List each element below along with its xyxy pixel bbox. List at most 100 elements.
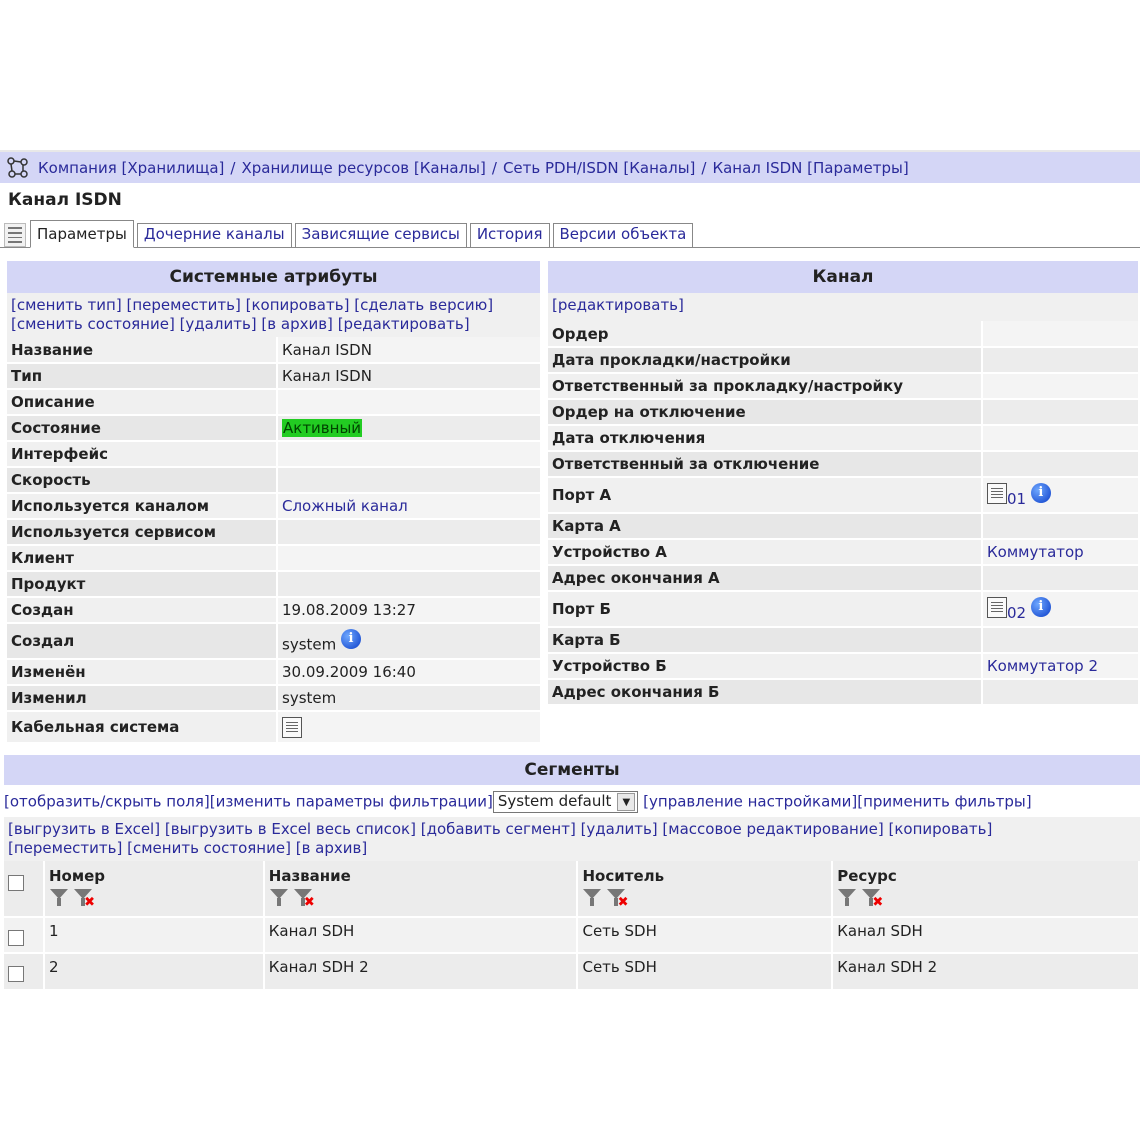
- edit-link[interactable]: [редактировать]: [338, 315, 470, 333]
- attr-row: Устройство А Коммутатор: [548, 539, 1138, 566]
- port-b-link[interactable]: 02: [1007, 604, 1026, 622]
- delete-segment-link[interactable]: [удалить]: [581, 820, 658, 838]
- column-header-resource[interactable]: Ресурс: [837, 867, 1134, 885]
- copy-segment-link[interactable]: [копировать]: [888, 820, 992, 838]
- attr-value: [981, 565, 1138, 592]
- clear-filter-icon[interactable]: ✖: [861, 887, 883, 909]
- info-icon[interactable]: i: [1030, 597, 1051, 617]
- attr-value: [276, 571, 540, 598]
- tab-child-channels[interactable]: Дочерние каналы: [136, 223, 292, 247]
- attr-key: Кабельная система: [7, 711, 277, 744]
- channel-edit-link[interactable]: [редактировать]: [552, 296, 684, 314]
- attr-row: Интерфейс: [7, 441, 540, 468]
- tab-object-versions[interactable]: Версии объекта: [552, 223, 694, 247]
- row-checkbox[interactable]: [8, 930, 24, 946]
- attr-row: Скорость: [7, 467, 540, 494]
- breadcrumb-item-company[interactable]: Компания [Хранилища]: [38, 159, 224, 177]
- info-icon[interactable]: i: [341, 628, 362, 649]
- attr-value: [981, 399, 1138, 426]
- archive-link[interactable]: [в архив]: [261, 315, 333, 333]
- change-state-segment-link[interactable]: [сменить состояние]: [127, 839, 291, 857]
- system-attributes-table: Название Канал ISDN Тип Канал ISDN Описани…: [7, 337, 540, 744]
- attr-key: Устройство А: [548, 539, 982, 566]
- attr-row: Создан 19.08.2009 13:27: [7, 597, 540, 624]
- segments-title: Сегменты: [4, 755, 1140, 785]
- document-icon[interactable]: [987, 482, 1007, 504]
- device-b-link[interactable]: Коммутатор 2: [987, 657, 1098, 675]
- filter-params-link[interactable]: [изменить параметры фильтрации]: [210, 793, 493, 811]
- tab-history[interactable]: История: [469, 223, 550, 247]
- attr-value: Канал ISDN: [276, 337, 540, 364]
- chevron-down-icon: ▼: [617, 792, 636, 811]
- attr-key: Тип: [7, 363, 277, 390]
- device-a-link[interactable]: Коммутатор: [987, 543, 1084, 561]
- settings-select[interactable]: System default ▼: [492, 791, 639, 813]
- column-header-number[interactable]: Номер: [49, 867, 259, 885]
- port-a-link[interactable]: 01: [1007, 490, 1026, 508]
- attr-row: Адрес окончания А: [548, 565, 1138, 592]
- make-version-link[interactable]: [сделать версию]: [354, 296, 493, 314]
- attr-key: Продукт: [7, 571, 277, 598]
- add-segment-link[interactable]: [добавить сегмент]: [421, 820, 576, 838]
- filter-icon[interactable]: [837, 887, 857, 907]
- attr-row: Используется сервисом: [7, 519, 540, 546]
- tab-dependent-services[interactable]: Зависящие сервисы: [294, 223, 467, 247]
- attr-row: Состояние Активный: [7, 415, 540, 442]
- attr-row: Кабельная система: [7, 711, 540, 744]
- row-checkbox[interactable]: [8, 966, 24, 982]
- attr-value: [981, 373, 1138, 400]
- export-excel-link[interactable]: [выгрузить в Excel]: [8, 820, 160, 838]
- select-all-checkbox[interactable]: [8, 875, 24, 891]
- attr-value: [981, 679, 1138, 706]
- filter-icon[interactable]: [269, 887, 289, 907]
- attr-key: Порт А: [548, 477, 982, 514]
- breadcrumb-item-network[interactable]: Сеть PDH/ISDN [Каналы]: [503, 159, 695, 177]
- complex-channel-link[interactable]: Сложный канал: [282, 497, 408, 515]
- archive-segment-link[interactable]: [в архив]: [296, 839, 368, 857]
- document-icon[interactable]: [987, 596, 1007, 618]
- breadcrumb-item-storage[interactable]: Хранилище ресурсов [Каналы]: [241, 159, 485, 177]
- table-row[interactable]: 2 Канал SDH 2 Сеть SDH Канал SDH 2: [4, 952, 1140, 989]
- delete-link[interactable]: [удалить]: [180, 315, 257, 333]
- export-excel-all-link[interactable]: [выгрузить в Excel весь список]: [165, 820, 416, 838]
- toggle-fields-link[interactable]: [отобразить/скрыть поля]: [4, 793, 210, 811]
- attr-value: [276, 519, 540, 546]
- attr-value: system: [276, 685, 540, 712]
- column-header-name[interactable]: Название: [269, 867, 573, 885]
- filter-icon[interactable]: [49, 887, 69, 907]
- breadcrumb-item-channel[interactable]: Канал ISDN [Параметры]: [712, 159, 908, 177]
- clear-filter-icon[interactable]: ✖: [606, 887, 628, 909]
- channel-title: Канал: [548, 261, 1138, 293]
- filter-icon[interactable]: [582, 887, 602, 907]
- move-segment-link[interactable]: [переместить]: [8, 839, 122, 857]
- attr-row: Используется каналом Сложный канал: [7, 493, 540, 520]
- copy-link[interactable]: [копировать]: [246, 296, 350, 314]
- system-attributes-title: Системные атрибуты: [7, 261, 540, 293]
- table-row[interactable]: 1 Канал SDH Сеть SDH Канал SDH: [4, 916, 1140, 953]
- document-icon[interactable]: [282, 716, 302, 738]
- apply-filters-link[interactable]: [применить фильтры]: [857, 793, 1031, 811]
- hierarchy-icon: [7, 156, 28, 178]
- column-header-carrier[interactable]: Носитель: [582, 867, 827, 885]
- change-type-link[interactable]: [сменить тип]: [11, 296, 122, 314]
- info-icon[interactable]: i: [1030, 483, 1051, 503]
- move-link[interactable]: [переместить]: [126, 296, 240, 314]
- attr-value: [981, 627, 1138, 654]
- breadcrumb-separator: /: [230, 158, 236, 177]
- clear-filter-icon[interactable]: ✖: [293, 887, 315, 909]
- attr-key: Ордер: [548, 321, 982, 348]
- page-title: Канал ISDN: [8, 190, 122, 210]
- list-icon[interactable]: [4, 223, 26, 247]
- status-badge: Активный: [282, 419, 363, 437]
- attr-key: Состояние: [7, 415, 277, 442]
- attr-key: Клиент: [7, 545, 277, 572]
- breadcrumb-separator: /: [701, 158, 707, 177]
- attr-value: [981, 347, 1138, 374]
- channel-table: Ордер Дата прокладки/настройки Ответстве…: [548, 321, 1138, 706]
- change-state-link[interactable]: [сменить состояние]: [11, 315, 175, 333]
- tab-parameters[interactable]: Параметры: [30, 220, 134, 248]
- manage-settings-link[interactable]: [управление настройками]: [643, 793, 857, 811]
- bulk-edit-link[interactable]: [массовое редактирование]: [662, 820, 883, 838]
- attr-value: [276, 441, 540, 468]
- clear-filter-icon[interactable]: ✖: [73, 887, 95, 909]
